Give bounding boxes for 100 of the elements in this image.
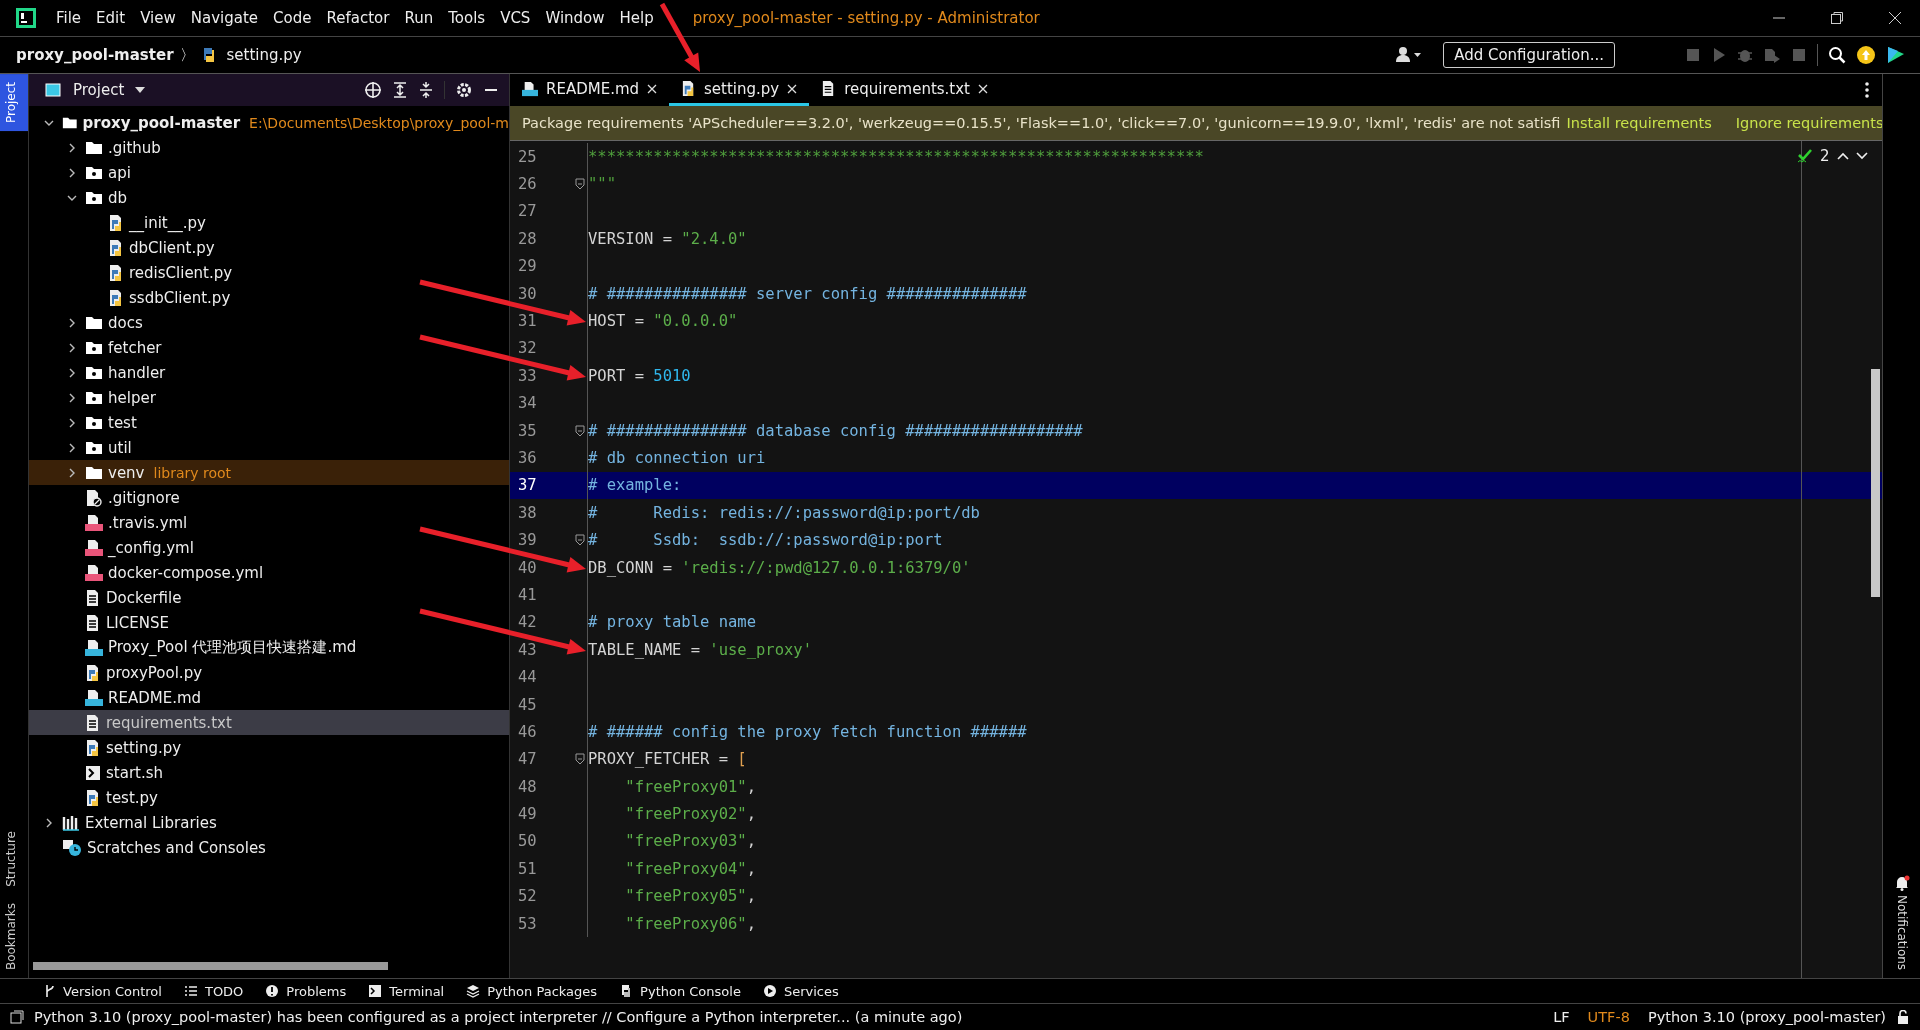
tool-window-button[interactable]: Terminal [368, 983, 445, 999]
tree-item[interactable]: .travis.yml [29, 510, 509, 535]
fold-marker-icon[interactable] [575, 178, 585, 191]
close-icon[interactable] [978, 83, 988, 94]
chevron-icon[interactable] [67, 367, 77, 378]
tree-item[interactable]: api [29, 160, 509, 185]
close-icon[interactable] [647, 83, 658, 94]
menu-item[interactable]: Help [619, 9, 654, 27]
tool-window-tab[interactable]: Structure [0, 823, 28, 895]
chevron-icon[interactable] [44, 817, 54, 828]
chevron-icon[interactable] [67, 142, 77, 153]
tree-item[interactable]: redisClient.py [29, 260, 509, 285]
check-icon[interactable] [1797, 148, 1813, 164]
next-icon[interactable] [1855, 151, 1868, 161]
tree-item[interactable]: setting.py [29, 735, 509, 760]
chevron-icon[interactable] [67, 167, 77, 178]
tree-item[interactable]: External Libraries [29, 810, 509, 835]
tool-window-tab[interactable]: Bookmarks [0, 894, 28, 978]
tool-window-tab[interactable]: Project [0, 74, 28, 132]
tree-item[interactable]: README.md [29, 685, 509, 710]
run-icon[interactable] [1711, 47, 1727, 63]
add-configuration-button[interactable]: Add Configuration... [1443, 42, 1615, 68]
tree-item[interactable]: _config.yml [29, 535, 509, 560]
more-icon[interactable] [1864, 82, 1870, 98]
menu-item[interactable]: Window [545, 9, 605, 27]
user-icon[interactable] [1395, 46, 1424, 64]
chevron-icon[interactable] [67, 417, 77, 428]
fold-marker-icon[interactable] [575, 534, 585, 547]
file-encoding[interactable]: UTF-8 [1587, 1009, 1630, 1025]
tree-item[interactable]: .github [29, 135, 509, 160]
menu-item[interactable]: Tools [448, 9, 486, 27]
status-message[interactable]: Python 3.10 (proxy_pool-master) has been configured as a project interpreter // Configure a Python interpreter... (a minute ago) [34, 1009, 963, 1025]
editor-tab[interactable]: requirements.txt [809, 74, 1000, 106]
tool-window-tab[interactable]: Notifications [1894, 894, 1909, 970]
locate-icon[interactable] [364, 81, 382, 99]
tree-item[interactable]: start.sh [29, 760, 509, 785]
tool-window-button[interactable]: Problems [265, 983, 347, 999]
menu-item[interactable]: Edit [96, 9, 126, 27]
search-icon[interactable] [1828, 46, 1846, 64]
tree-item[interactable]: __init__.py [29, 210, 509, 235]
restore-icon[interactable] [1830, 11, 1844, 25]
settings-icon[interactable] [455, 81, 473, 99]
breadcrumb-item[interactable]: setting.py [226, 46, 302, 64]
tree-item[interactable]: test [29, 410, 509, 435]
chevron-icon[interactable] [67, 442, 77, 453]
menu-item[interactable]: Refactor [326, 9, 390, 27]
menu-item[interactable]: Code [273, 9, 312, 27]
tree-item[interactable]: docs [29, 310, 509, 335]
tree-item[interactable]: util [29, 435, 509, 460]
tree-item[interactable]: handler [29, 360, 509, 385]
banner-link[interactable]: Ignore requirements [1735, 115, 1882, 131]
stop-icon[interactable] [1791, 47, 1807, 63]
expand-all-icon[interactable] [392, 81, 408, 99]
coverage-icon[interactable] [1763, 47, 1781, 63]
menu-item[interactable]: File [56, 9, 82, 27]
dropdown-caret-icon[interactable] [134, 86, 147, 94]
inspection-count[interactable]: 2 [1820, 147, 1830, 165]
tree-item[interactable]: Scratches and Consoles [29, 835, 509, 860]
tree-item[interactable]: Proxy_Pool 代理池项目快速搭建.md [29, 635, 509, 660]
breadcrumb-item[interactable]: proxy_pool-master [16, 46, 174, 64]
menu-item[interactable]: Navigate [190, 9, 259, 27]
tree-item[interactable]: helper [29, 385, 509, 410]
interpreter-selector[interactable]: Python 3.10 (proxy_pool-master) [1647, 1009, 1886, 1025]
tool-window-button[interactable]: Services [762, 983, 839, 999]
menu-item[interactable]: View [140, 9, 176, 27]
menu-item[interactable]: VCS [500, 9, 531, 27]
fold-marker-icon[interactable] [575, 424, 585, 437]
scrollbar-thumb[interactable] [1871, 369, 1880, 597]
chevron-icon[interactable] [67, 317, 77, 328]
tree-item[interactable]: venv library root [29, 460, 509, 485]
tree-item[interactable]: Dockerfile [29, 585, 509, 610]
tool-window-button[interactable]: Python Console [619, 983, 741, 999]
previous-icon[interactable] [1836, 151, 1849, 161]
tree-item[interactable]: proxyPool.py [29, 660, 509, 685]
tree-item[interactable]: proxy_pool-master E:\Documents\Desktop\proxy_pool-m [29, 110, 509, 135]
panel-toggle-icon[interactable] [10, 1010, 24, 1024]
tree-item[interactable]: docker-compose.yml [29, 560, 509, 585]
tree-item[interactable]: requirements.txt [29, 710, 509, 735]
fold-marker-icon[interactable] [575, 753, 585, 766]
tree-item[interactable]: .gitignore [29, 485, 509, 510]
scrollbar-thumb[interactable] [33, 962, 388, 970]
ide-logo-icon[interactable] [1886, 45, 1906, 65]
chevron-icon[interactable] [67, 467, 77, 478]
tool-window-button[interactable]: TODO [183, 983, 244, 999]
chevron-icon[interactable] [67, 342, 77, 353]
update-icon[interactable] [1856, 45, 1876, 65]
tree-item[interactable]: ssdbClient.py [29, 285, 509, 310]
lock-icon[interactable] [1896, 1010, 1910, 1024]
tree-item[interactable]: LICENSE [29, 610, 509, 635]
close-icon[interactable] [1888, 11, 1902, 25]
tree-item[interactable]: db [29, 185, 509, 210]
panel-title[interactable]: Project [73, 81, 125, 99]
tree-item[interactable]: dbClient.py [29, 235, 509, 260]
editor-tab[interactable]: README.md [510, 74, 670, 106]
close-icon[interactable] [787, 83, 798, 94]
banner-link[interactable]: Install requirements [1566, 115, 1712, 131]
bug-icon[interactable] [1737, 47, 1753, 63]
line-separator[interactable]: LF [1553, 1009, 1570, 1025]
collapse-all-icon[interactable] [418, 81, 434, 99]
chevron-icon[interactable] [67, 392, 77, 403]
